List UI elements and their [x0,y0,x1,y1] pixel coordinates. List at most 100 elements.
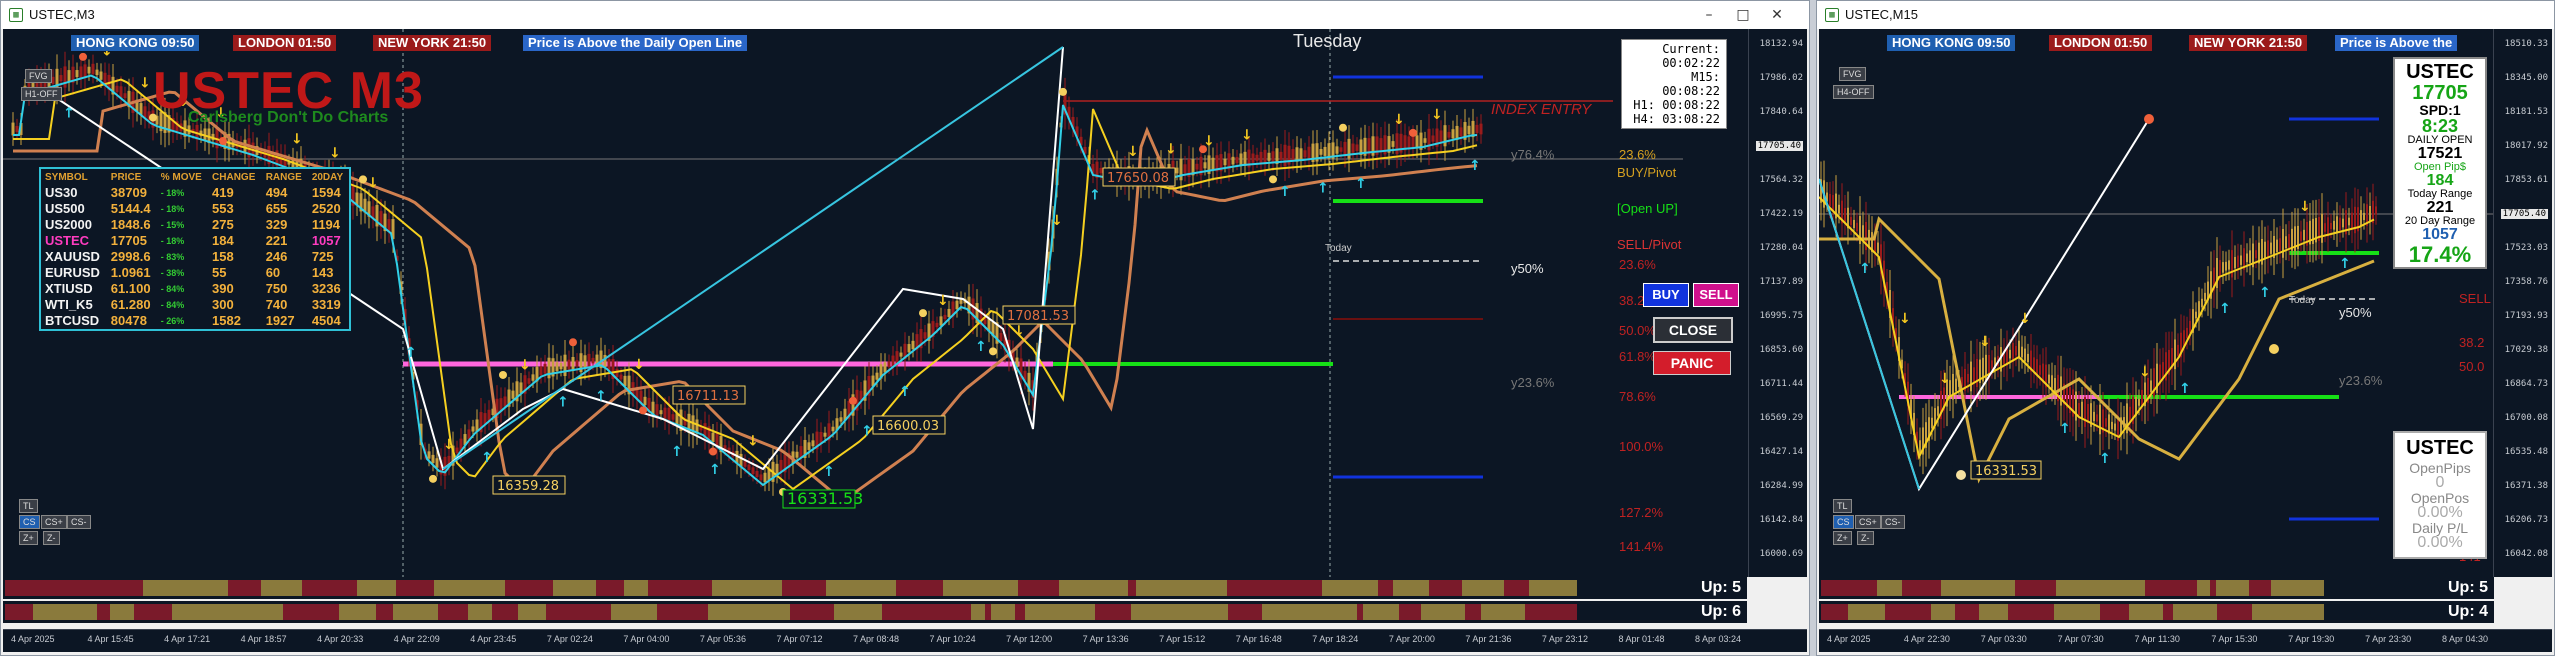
candle-body [2024,348,2026,362]
cs-button[interactable]: CS [19,515,40,529]
candle-body [2279,238,2281,251]
strip-segment [208,580,228,596]
signal-strip-1: Up: 5 [3,577,1747,599]
time-axis-label: 7 Apr 19:30 [2288,634,2335,644]
candle-body [2009,349,2011,359]
candle-body [1411,135,1415,149]
strip-segment [2015,580,2056,596]
strip-segment [1429,580,1462,596]
price-chart[interactable]: ↑↓↓↓↓↑↓↓↓↑↓↑↓↑↑↓↑↑↓↑↑↑↑↓↑↓↓↑↓↓↓↓↑↑↑↓↓↑16… [3,29,1807,577]
tl-button[interactable]: TL [1833,499,1852,513]
window-titlebar[interactable]: ▦ USTEC,M3 – □ ✕ [1,1,1809,29]
zoom-in-button[interactable]: Z+ [1833,531,1852,545]
price-axis-label: 16427.14 [1759,447,1803,457]
strip-segment [882,604,904,620]
minimize-icon[interactable]: – [1695,4,1723,26]
signal-arrow: ↓ [1979,334,1991,350]
row-move: - 84% [160,284,185,294]
time-axis-label: 7 Apr 10:24 [929,634,976,644]
candle-body [1339,147,1343,152]
strip-segment [5,604,33,620]
strip-segment [1262,604,1294,620]
sell-button[interactable]: SELL [1693,283,1739,307]
candle-body [2228,260,2230,270]
row-20day: 143 [311,265,334,280]
candle-body [2354,206,2356,234]
cs-minus-button[interactable]: CS- [1881,515,1905,529]
cs-button[interactable]: CS [1833,515,1854,529]
candle-body [935,322,939,328]
strip-segment [402,604,438,620]
candle-body [603,354,607,368]
strip-segment [1041,604,1064,620]
strip-segment [1821,580,1828,596]
candle-body [999,332,1003,342]
candle-body [643,396,647,406]
price-chart[interactable]: ↑ ↓ ↓ ↓ ↓ ↑ ↑ ↓ ↑ ↑ ↑ ↓ ↑ 16331.53 HONG KONG 09:50 LO… [1819,29,2552,577]
row-range: 740 [265,297,288,312]
window-titlebar[interactable]: ▦ USTEC,M15 [1817,1,2554,29]
candle-body [1243,151,1247,166]
strip-segment [2163,604,2173,620]
candle-body [2303,229,2305,241]
candle-body [2099,404,2101,435]
candle-body [1175,167,1179,174]
zoom-out-button[interactable]: Z- [1857,531,1874,545]
strip-segment [2210,580,2216,596]
candle-body [1211,157,1215,171]
time-axis-label: 7 Apr 15:30 [2211,634,2258,644]
row-move: - 18% [160,188,185,198]
buy-button[interactable]: BUY [1643,283,1689,307]
candle-body [711,432,715,443]
strip-segment [302,580,342,596]
candle-body [2267,240,2269,259]
fvg-button[interactable]: FVG [1839,67,1866,81]
strip-segment [1462,580,1479,596]
zoom-out-button[interactable]: Z- [43,531,60,545]
signal-arrow: ↑ [823,464,835,480]
row-price: 80478 [110,313,147,328]
strip-segment [505,580,511,596]
strip-segment [546,604,565,620]
strip-segment [1848,604,1885,620]
candle-body [591,357,595,364]
strip-segment [2216,580,2232,596]
price-axis-label: 17523.03 [2504,243,2548,253]
strip-segment [468,604,480,620]
candle-body [839,417,843,422]
candle-body [115,85,119,93]
signal-arrow: ↓ [443,437,455,453]
candle-body [2339,217,2341,230]
strip-segment [1322,580,1337,596]
strip-segment [1979,604,2008,620]
strip-segment [339,604,376,620]
signal-arrow: ↑ [1355,176,1367,192]
cs-minus-button[interactable]: CS- [67,515,91,529]
candle-body [1832,195,1834,211]
close-trade-button[interactable]: CLOSE [1653,317,1733,343]
cs-plus-button[interactable]: CS+ [41,515,67,529]
h1-off-button[interactable]: H1-OFF [21,87,62,101]
candle-body [67,70,71,82]
fvg-button[interactable]: FVG [25,69,52,83]
signal-arrow: ↑ [899,384,911,400]
close-icon[interactable]: ✕ [1763,4,1791,26]
candle-body [1955,378,1957,392]
signal-arrow: ↑ [1317,180,1329,196]
strip-segment [2173,604,2217,620]
candle-body [747,464,751,471]
signal-arrow: ↓ [1013,324,1025,340]
row-range: 329 [265,217,288,232]
maximize-icon[interactable]: □ [1729,4,1757,26]
candle-body [907,344,911,353]
panic-button[interactable]: PANIC [1653,351,1731,375]
zoom-in-button[interactable]: Z+ [19,531,38,545]
candle-body [2219,260,2221,278]
candle-body [2078,403,2080,415]
h4-off-button[interactable]: H4-OFF [1833,85,1874,99]
price-axis-label: 16569.29 [1759,413,1803,423]
cs-plus-button[interactable]: CS+ [1855,515,1881,529]
tl-button[interactable]: TL [19,499,38,513]
timer-h1: H1: 00:08:22 [1633,98,1720,112]
strip-segment [841,580,884,596]
